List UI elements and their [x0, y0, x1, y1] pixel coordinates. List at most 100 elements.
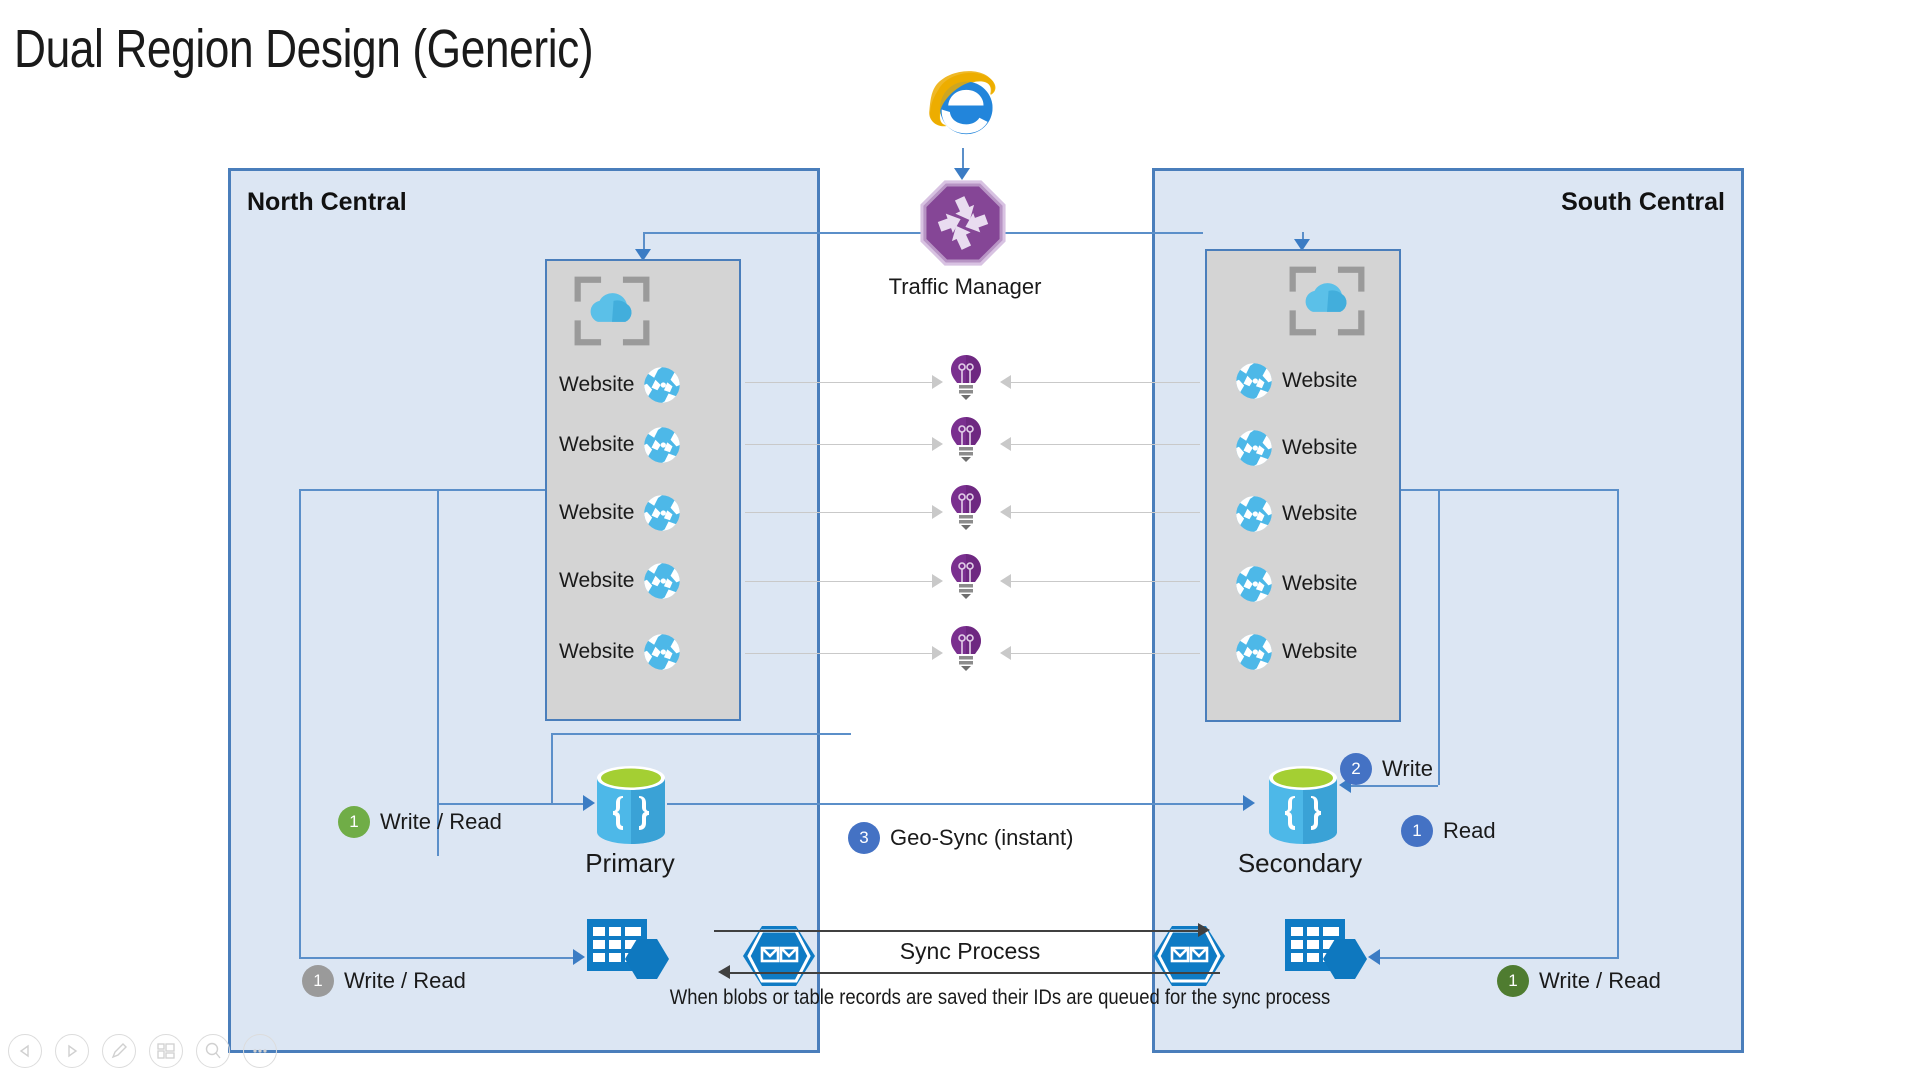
- sync-line-bottom-arrow: [718, 965, 730, 979]
- connector-south-outer-vertical: [1617, 489, 1619, 959]
- connector-south-storage-line: [1380, 957, 1617, 959]
- connector-db-box-left: [551, 733, 553, 803]
- connector-north-storage-line: [299, 957, 579, 959]
- all-slides-button[interactable]: [149, 1034, 183, 1068]
- sync-line-bottom: [730, 972, 1220, 974]
- insights-link-right: [1010, 512, 1200, 513]
- insights-link-left-arrow: [932, 437, 943, 451]
- website-row[interactable]: Website: [1233, 358, 1357, 404]
- insights-link-left-arrow: [932, 375, 943, 389]
- insights-link-left: [745, 444, 935, 445]
- previous-slide-button[interactable]: [8, 1034, 42, 1068]
- connector-south-inner-top: [1401, 489, 1438, 491]
- website-row[interactable]: Website: [559, 490, 683, 536]
- insights-link-left: [745, 581, 935, 582]
- connector-north-outer-vertical: [299, 489, 301, 959]
- status-badge: 3: [848, 822, 880, 854]
- website-row[interactable]: Website: [559, 558, 683, 604]
- website-row[interactable]: Website: [1233, 561, 1357, 607]
- website-label: Website: [559, 640, 635, 663]
- badge-label: Read: [1443, 818, 1496, 843]
- insights-link-right-arrow: [1000, 505, 1011, 519]
- website-row[interactable]: Website: [559, 422, 683, 468]
- website-label: Website: [1282, 640, 1358, 663]
- badge-label: Write / Read: [1539, 968, 1661, 993]
- cloud-resource-group-icon: [1288, 265, 1366, 337]
- web-app-icon: [641, 492, 683, 534]
- connector-north-storage-arrow: [573, 949, 585, 965]
- connector-south-storage-arrow: [1368, 949, 1380, 965]
- badge-label: Write / Read: [380, 809, 502, 834]
- connector-ie-to-tm-arrow: [954, 168, 970, 180]
- insights-link-right: [1010, 581, 1200, 582]
- sync-process-label: Sync Process: [899, 938, 1041, 964]
- sync-line-top-arrow: [1198, 923, 1210, 937]
- website-row[interactable]: Website: [1233, 629, 1357, 675]
- insights-link-left-arrow: [932, 646, 943, 660]
- website-label: Website: [1282, 572, 1358, 595]
- status-badge: 1: [338, 806, 370, 838]
- connector-north-inner-top: [437, 489, 545, 491]
- web-app-icon: [1233, 563, 1275, 605]
- badge-north-write-read-db: 1 Write / Read: [338, 806, 502, 838]
- connector-south-db-line: [1351, 785, 1438, 787]
- table-storage-icon: [585, 917, 671, 993]
- website-row[interactable]: Website: [1233, 491, 1357, 537]
- lightbulb-icon: [949, 484, 983, 530]
- lightbulb-icon: [949, 625, 983, 671]
- status-badge: 1: [302, 965, 334, 997]
- queue-storage-icon: [742, 925, 816, 987]
- region-south-central-title: South Central: [1561, 188, 1725, 216]
- cosmos-db-icon-secondary: [1267, 762, 1339, 848]
- website-label: Website: [559, 569, 635, 592]
- web-app-icon: [1233, 493, 1275, 535]
- badge-south-write: 2 Write: [1340, 753, 1433, 785]
- insights-link-left: [745, 382, 935, 383]
- web-app-icon: [641, 424, 683, 466]
- database-secondary-label: Secondary: [1237, 848, 1363, 878]
- next-slide-button[interactable]: [55, 1034, 89, 1068]
- sync-line-top: [714, 930, 1204, 932]
- connector-geo-sync-arrow: [1243, 795, 1255, 811]
- connector-north-inner-vertical: [437, 489, 439, 856]
- website-label: Website: [1282, 369, 1358, 392]
- connector-north-db-line: [437, 803, 589, 805]
- traffic-manager-label: Traffic Manager: [888, 274, 1042, 299]
- region-north-central-title: North Central: [247, 188, 407, 216]
- sync-process-caption: When blobs or table records are saved th…: [669, 986, 1331, 1009]
- status-badge: 2: [1340, 753, 1372, 785]
- website-label: Website: [559, 373, 635, 396]
- connector-north-db-arrow: [583, 795, 595, 811]
- status-badge: 1: [1497, 965, 1529, 997]
- presentation-slide: Dual Region Design (Generic) North Centr…: [0, 0, 1920, 1080]
- lightbulb-icon: [949, 416, 983, 462]
- connector-db-box-top: [551, 733, 851, 735]
- cloud-resource-group-icon: [573, 275, 651, 347]
- website-label: Website: [559, 501, 635, 524]
- status-badge: 1: [1401, 815, 1433, 847]
- web-app-icon: [641, 631, 683, 673]
- lightbulb-icon: [949, 553, 983, 599]
- more-options-button[interactable]: [243, 1034, 277, 1068]
- web-app-icon: [641, 560, 683, 602]
- insights-link-right: [1010, 653, 1200, 654]
- website-label: Website: [1282, 436, 1358, 459]
- website-row[interactable]: Website: [559, 362, 683, 408]
- table-storage-icon: [1283, 917, 1369, 993]
- web-app-icon: [1233, 631, 1275, 673]
- lightbulb-icon: [949, 354, 983, 400]
- badge-geo-sync: 3 Geo-Sync (instant): [848, 822, 1073, 854]
- queue-storage-icon: [1152, 925, 1226, 987]
- website-row[interactable]: Website: [559, 629, 683, 675]
- insights-link-left-arrow: [932, 505, 943, 519]
- badge-label: Write / Read: [344, 968, 466, 993]
- zoom-button[interactable]: [196, 1034, 230, 1068]
- cosmos-db-icon-primary: [595, 762, 667, 848]
- connector-geo-sync-line: [667, 803, 1247, 805]
- website-label: Website: [559, 433, 635, 456]
- web-app-icon: [1233, 427, 1275, 469]
- pen-tool-button[interactable]: [102, 1034, 136, 1068]
- website-row[interactable]: Website: [1233, 425, 1357, 471]
- insights-link-right-arrow: [1000, 646, 1011, 660]
- insights-link-right: [1010, 382, 1200, 383]
